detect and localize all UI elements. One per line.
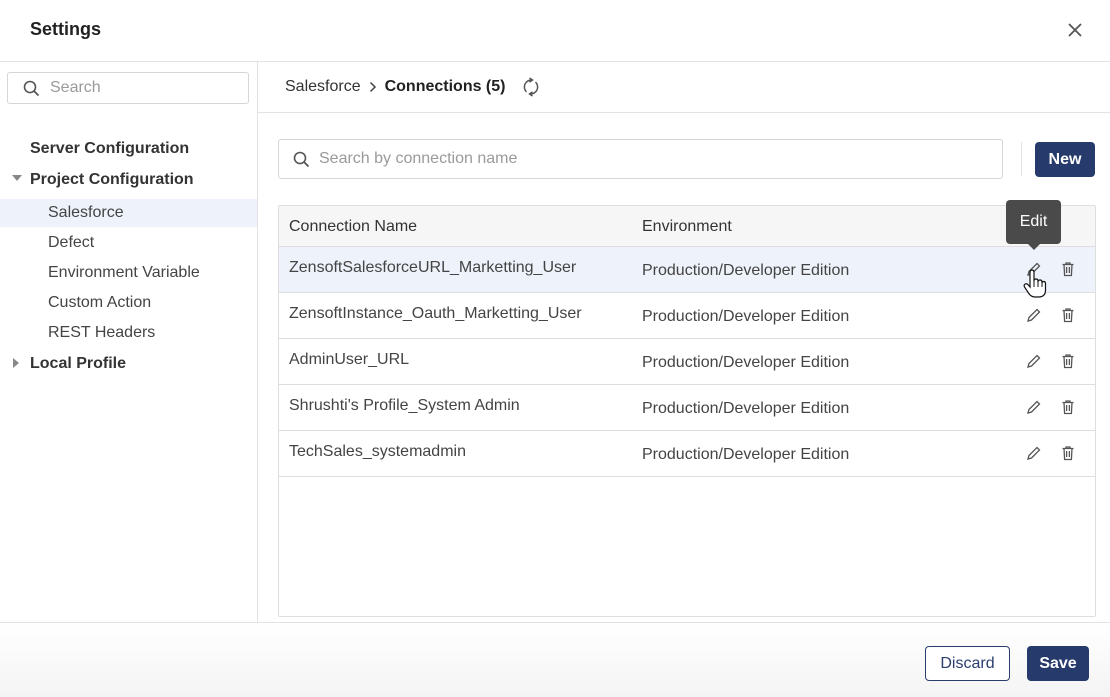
chevron-right-icon <box>369 81 377 93</box>
nav-label: Salesforce <box>48 204 124 221</box>
refresh-button[interactable] <box>521 77 541 97</box>
delete-button[interactable] <box>1059 444 1077 462</box>
delete-button[interactable] <box>1059 352 1077 370</box>
pencil-icon <box>1027 308 1041 322</box>
nav-label: REST Headers <box>48 324 156 341</box>
connection-name: TechSales_systemadmin <box>289 443 466 460</box>
connection-search-input[interactable] <box>319 150 979 168</box>
pencil-icon <box>1027 446 1041 460</box>
nav-label: Custom Action <box>48 294 152 311</box>
save-button[interactable]: Save <box>1027 646 1089 681</box>
edit-button[interactable] <box>1025 352 1043 370</box>
search-icon <box>293 151 310 167</box>
breadcrumb: Salesforce Connections (5) <box>258 62 1110 113</box>
refresh-icon <box>524 77 539 97</box>
table-header: Connection Name Environment <box>279 206 1095 247</box>
close-icon <box>1068 23 1082 37</box>
settings-sidebar: Server Configuration Project Configurati… <box>0 62 258 622</box>
connection-search <box>278 139 1003 179</box>
connection-name: Shrushti's Profile_System Admin <box>289 397 520 414</box>
nav-server-configuration[interactable]: Server Configuration <box>0 135 257 163</box>
dialog-title: Settings <box>30 19 102 39</box>
breadcrumb-parent[interactable]: Salesforce <box>285 78 361 96</box>
hand-cursor-icon <box>1022 268 1048 305</box>
connection-environment: Production/Developer Edition <box>642 446 850 463</box>
column-header-connection-name: Connection Name <box>289 218 418 235</box>
nav-label: Environment Variable <box>48 264 200 281</box>
edit-button[interactable] <box>1025 398 1043 416</box>
delete-button[interactable] <box>1059 260 1077 278</box>
discard-button[interactable]: Discard <box>925 646 1010 681</box>
connection-name: ZensoftSalesforceURL_Marketting_User <box>289 259 577 276</box>
nav-custom-action[interactable]: Custom Action <box>0 289 257 317</box>
nav-label: Project Configuration <box>30 171 194 188</box>
delete-button[interactable] <box>1059 306 1077 324</box>
connection-name: ZensoftInstance_Oauth_Marketting_User <box>289 305 582 322</box>
trash-icon <box>1062 262 1074 277</box>
search-icon <box>23 80 40 96</box>
table-row[interactable]: TechSales_systemadmin Production/Develop… <box>279 431 1095 477</box>
table-row[interactable]: ZensoftSalesforceURL_Marketting_User Pro… <box>279 247 1095 293</box>
toolbar-divider <box>1021 142 1022 176</box>
edit-button[interactable] <box>1025 306 1043 324</box>
connections-table: Connection Name Environment ZensoftSales… <box>278 205 1096 617</box>
column-header-environment: Environment <box>642 218 732 235</box>
nav-label: Server Configuration <box>30 140 190 157</box>
pencil-icon <box>1027 354 1041 368</box>
table-row[interactable]: AdminUser_URL Production/Developer Editi… <box>279 339 1095 385</box>
table-row[interactable]: Shrushti's Profile_System Admin Producti… <box>279 385 1095 431</box>
nav-local-profile[interactable]: Local Profile <box>0 350 257 378</box>
breadcrumb-current: Connections (5) <box>384 78 506 95</box>
nav-label: Defect <box>48 234 95 251</box>
close-button[interactable] <box>1062 17 1088 43</box>
delete-button[interactable] <box>1059 398 1077 416</box>
connection-name: AdminUser_URL <box>289 351 410 368</box>
nav-project-configuration[interactable]: Project Configuration <box>0 166 257 194</box>
dialog-footer: Discard Save <box>0 622 1110 697</box>
trash-icon <box>1062 400 1074 415</box>
caret-down-icon[interactable] <box>12 175 22 181</box>
edit-tooltip: Edit <box>1006 200 1061 250</box>
nav-environment-variable[interactable]: Environment Variable <box>0 259 257 287</box>
trash-icon <box>1062 308 1074 323</box>
sidebar-search-input[interactable] <box>50 79 240 97</box>
nav-salesforce[interactable]: Salesforce <box>0 199 257 227</box>
main-panel: Salesforce Connections (5) New Connectio… <box>258 62 1110 622</box>
pencil-icon <box>1027 400 1041 414</box>
connection-environment: Production/Developer Edition <box>642 400 850 417</box>
nav-rest-headers[interactable]: REST Headers <box>0 319 257 347</box>
nav-defect[interactable]: Defect <box>0 229 257 257</box>
dialog-header: Settings <box>0 0 1110 62</box>
connection-environment: Production/Developer Edition <box>642 354 850 371</box>
trash-icon <box>1062 354 1074 369</box>
table-row[interactable]: ZensoftInstance_Oauth_Marketting_User Pr… <box>279 293 1095 339</box>
connection-environment: Production/Developer Edition <box>642 308 850 325</box>
trash-icon <box>1062 446 1074 461</box>
new-connection-button[interactable]: New <box>1035 142 1095 177</box>
sidebar-search <box>7 72 249 104</box>
nav-label: Local Profile <box>30 355 127 372</box>
caret-right-icon[interactable] <box>13 358 19 368</box>
edit-button[interactable] <box>1025 444 1043 462</box>
connection-environment: Production/Developer Edition <box>642 262 850 279</box>
